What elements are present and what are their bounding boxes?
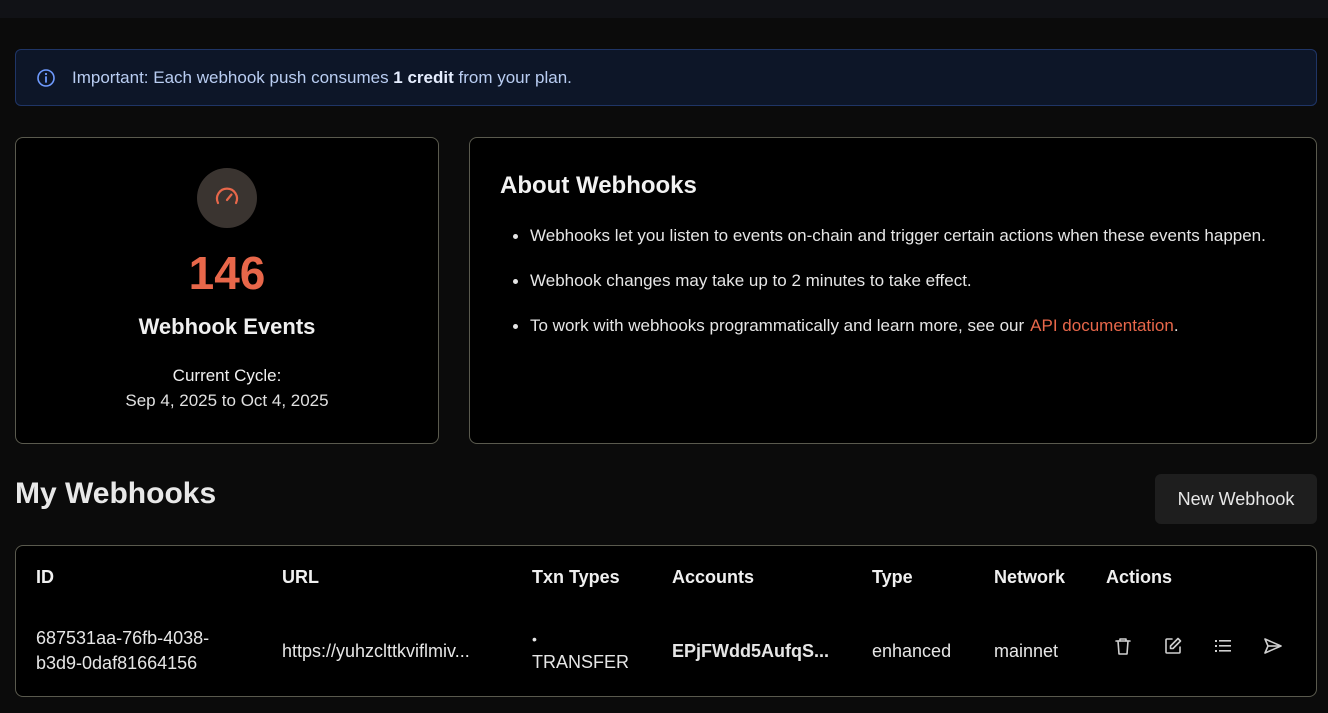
- column-header-network: Network: [994, 567, 1066, 587]
- cycle-label: Current Cycle:: [172, 366, 282, 385]
- column-header-id: ID: [36, 567, 54, 587]
- webhook-id[interactable]: 687531aa-76fb-4038- b3d9-0daf81664156: [36, 626, 209, 676]
- event-count-label: Webhook Events: [138, 314, 316, 339]
- column-header-accounts: Accounts: [672, 567, 755, 587]
- notice-suffix: from your plan.: [453, 67, 572, 87]
- webhook-id-line2: b3d9-0daf81664156: [36, 653, 198, 673]
- column-header-type: Type: [872, 567, 913, 587]
- trash-icon[interactable]: [1113, 636, 1133, 656]
- column-header-url: URL: [282, 567, 319, 587]
- webhook-accounts: EPjFWdd5AufqS...: [672, 641, 829, 661]
- event-count: 146: [188, 247, 266, 299]
- api-documentation-link[interactable]: API documentation: [1030, 316, 1174, 335]
- txn-type: TRANSFER: [532, 652, 630, 672]
- about-bullet: Webhook changes may take up to 2 minutes…: [500, 269, 1286, 293]
- webhook-url: https://yuhzclttkviflmiv...: [282, 641, 470, 661]
- notice-prefix: Important: Each webhook push consumes: [72, 67, 394, 87]
- new-webhook-button[interactable]: New Webhook: [1155, 474, 1317, 524]
- about-webhooks-card: About Webhooks Webhooks let you listen t…: [469, 137, 1317, 444]
- my-webhooks-title: My Webhooks: [15, 477, 217, 510]
- webhook-events-card: 146 Webhook Events Current Cycle: Sep 4,…: [15, 137, 439, 444]
- webhook-id-line1: 687531aa-76fb-4038-: [36, 628, 210, 648]
- cycle-range: Sep 4, 2025 to Oct 4, 2025: [125, 391, 329, 410]
- top-bar: [0, 0, 1328, 18]
- about-bullet-suffix: .: [1173, 316, 1179, 335]
- about-bullet: Webhooks let you listen to events on-cha…: [500, 224, 1286, 248]
- row-actions: [1113, 636, 1283, 656]
- txn-type-bullet: •: [532, 631, 537, 647]
- list-icon[interactable]: [1213, 636, 1233, 656]
- about-list: Webhooks let you listen to events on-cha…: [500, 224, 1286, 338]
- notice-credit: 1 credit: [393, 67, 454, 87]
- webhooks-table: ID URL Txn Types Accounts Type Network A…: [15, 545, 1317, 697]
- about-bullet-text: To work with webhooks programmatically a…: [530, 316, 1025, 335]
- about-bullet: To work with webhooks programmatically a…: [500, 314, 1286, 338]
- about-title: About Webhooks: [500, 172, 697, 199]
- notice-text: Important: Each webhook push consumes 1 …: [72, 68, 572, 88]
- column-header-txn-types: Txn Types: [532, 567, 620, 587]
- edit-icon[interactable]: [1163, 636, 1183, 656]
- webhook-type: enhanced: [872, 641, 952, 661]
- credit-notice: Important: Each webhook push consumes 1 …: [15, 49, 1317, 106]
- column-header-actions: Actions: [1106, 567, 1173, 587]
- send-icon[interactable]: [1263, 636, 1283, 656]
- webhook-network: mainnet: [994, 641, 1059, 661]
- info-icon: [36, 68, 56, 88]
- txn-types-cell: • TRANSFER: [532, 628, 629, 675]
- gauge-icon: [197, 168, 257, 228]
